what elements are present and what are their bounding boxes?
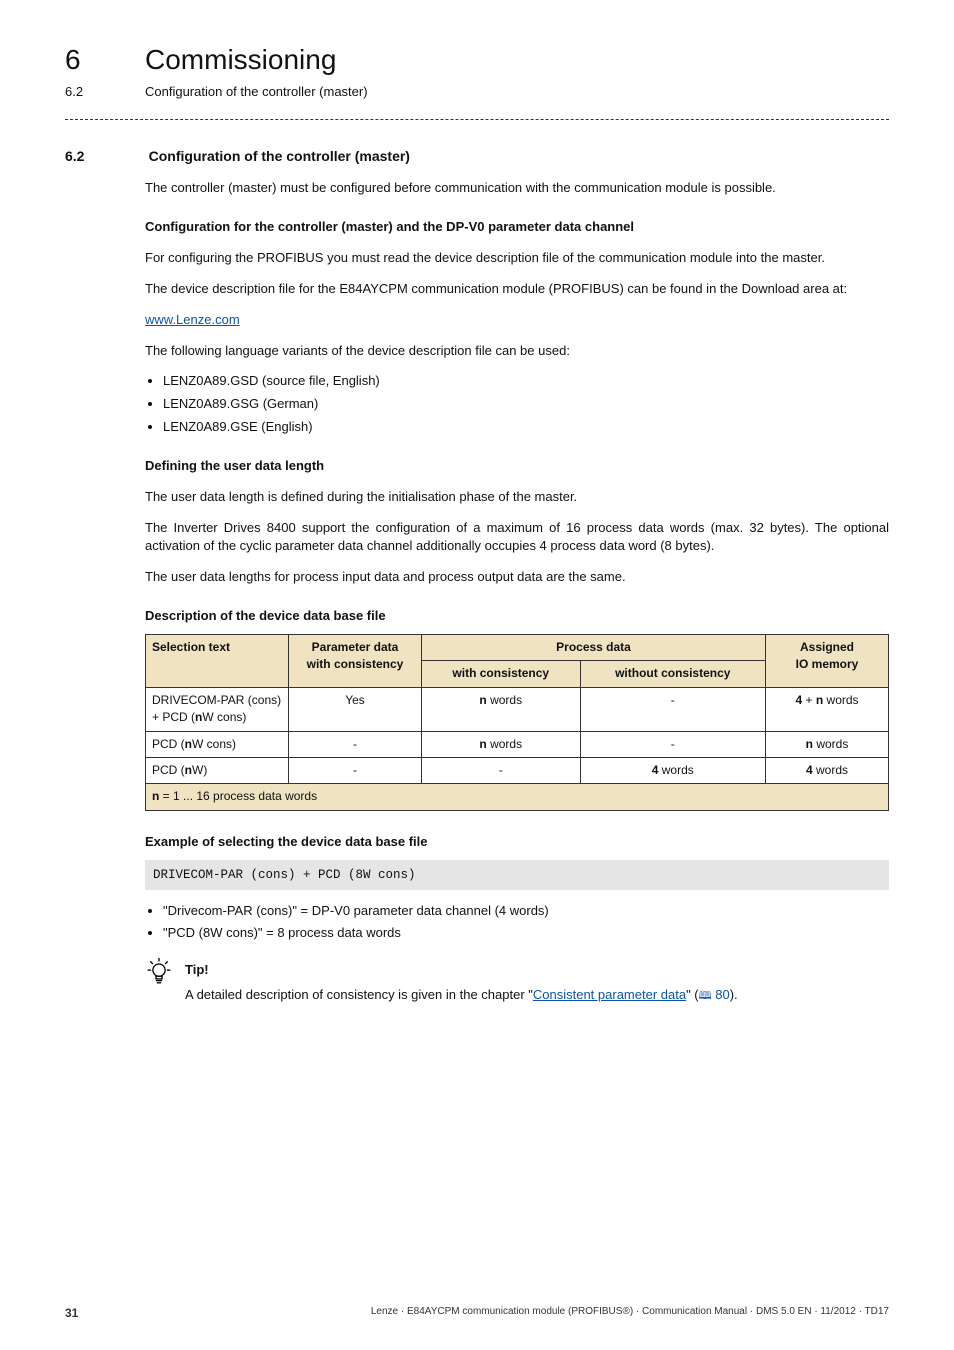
table-row: DRIVECOM-PAR (cons) + PCD (nW cons) Yes …	[146, 687, 889, 731]
section-title: Configuration of the controller (master)	[149, 146, 410, 166]
th-param: Parameter data with consistency	[289, 634, 422, 687]
list-item: "Drivecom-PAR (cons)" = DP-V0 parameter …	[163, 902, 889, 921]
cell-sel: PCD (nW cons)	[146, 731, 289, 757]
subheading-devicefile: Description of the device data base file	[145, 607, 889, 626]
chapter-title: Commissioning	[145, 44, 336, 75]
th-io: Assigned IO memory	[766, 634, 889, 687]
cell-without: 4 words	[580, 757, 765, 783]
tip-body: A detailed description of consistency is…	[185, 986, 889, 1005]
th-without-cons: without consistency	[580, 661, 765, 687]
subheading-userdata: Defining the user data length	[145, 457, 889, 476]
cell-n-def: n = 1 ... 16 process data words	[146, 784, 889, 810]
chapter-number: 6	[65, 40, 145, 81]
paragraph: The device description file for the E84A…	[145, 280, 889, 299]
paragraph: The user data lengths for process input …	[145, 568, 889, 587]
section-heading-small: 6.2Configuration of the controller (mast…	[65, 83, 889, 102]
book-icon: 🕮	[699, 990, 712, 1002]
cell-param: -	[289, 757, 422, 783]
cell-with: n words	[422, 687, 581, 731]
code-block: DRIVECOM-PAR (cons) + PCD (8W cons)	[145, 860, 889, 890]
device-data-table: Selection text Parameter data with consi…	[145, 634, 889, 811]
th-io-l1: Assigned	[800, 640, 854, 654]
paragraph: The following language variants of the d…	[145, 342, 889, 361]
section-number-small: 6.2	[65, 83, 145, 102]
list-item: LENZ0A89.GSE (English)	[163, 418, 889, 437]
cell-io: 4 + n words	[766, 687, 889, 731]
section-heading: 6.2 Configuration of the controller (mas…	[65, 146, 889, 167]
tip-text-pre: A detailed description of consistency is…	[185, 987, 533, 1002]
table-foot-row: n = 1 ... 16 process data words	[146, 784, 889, 810]
paragraph: The user data length is defined during t…	[145, 488, 889, 507]
tip-link[interactable]: Consistent parameter data	[533, 987, 686, 1002]
cell-io: 4 words	[766, 757, 889, 783]
cell-param: Yes	[289, 687, 422, 731]
body-column: The controller (master) must be configur…	[145, 179, 889, 1005]
th-with-cons: with consistency	[422, 661, 581, 687]
cell-without: -	[580, 687, 765, 731]
th-param-l2: with consistency	[307, 657, 404, 671]
page-header: 6Commissioning 6.2Configuration of the c…	[65, 40, 889, 101]
lightbulb-icon	[145, 957, 173, 985]
cell-io: n words	[766, 731, 889, 757]
tip-box: Tip! A detailed description of consisten…	[145, 957, 889, 1005]
cell-sel: DRIVECOM-PAR (cons) + PCD (nW cons)	[146, 687, 289, 731]
cell-param: -	[289, 731, 422, 757]
page-footer: 31 Lenze · E84AYCPM communication module…	[65, 1305, 889, 1323]
separator	[65, 119, 889, 120]
th-process: Process data	[422, 634, 766, 660]
cell-without: -	[580, 731, 765, 757]
tip-close: ).	[730, 987, 738, 1002]
paragraph: For configuring the PROFIBUS you must re…	[145, 249, 889, 268]
page-ref[interactable]: 🕮 80	[699, 987, 730, 1002]
paragraph: The Inverter Drives 8400 support the con…	[145, 519, 889, 557]
th-io-l2: IO memory	[796, 657, 859, 671]
file-list: LENZ0A89.GSD (source file, English) LENZ…	[145, 372, 889, 437]
table-row: PCD (nW cons) - n words - n words	[146, 731, 889, 757]
list-item: "PCD (8W cons)" = 8 process data words	[163, 924, 889, 943]
link-paragraph: www.Lenze.com	[145, 311, 889, 330]
doc-info: Lenze · E84AYCPM communication module (P…	[371, 1305, 889, 1320]
download-link[interactable]: www.Lenze.com	[145, 312, 240, 327]
intro-paragraph: The controller (master) must be configur…	[145, 179, 889, 198]
section-number: 6.2	[65, 146, 145, 166]
subheading-example: Example of selecting the device data bas…	[145, 833, 889, 852]
chapter-heading: 6Commissioning	[65, 40, 889, 81]
cell-with: n words	[422, 731, 581, 757]
th-param-l1: Parameter data	[312, 640, 399, 654]
list-item: LENZ0A89.GSD (source file, English)	[163, 372, 889, 391]
page-ref-num: 80	[715, 987, 729, 1002]
tip-text-post: " (	[686, 987, 699, 1002]
subheading-config: Configuration for the controller (master…	[145, 218, 889, 237]
cell-with: -	[422, 757, 581, 783]
th-selection: Selection text	[146, 634, 289, 687]
page-number: 31	[65, 1306, 78, 1320]
tip-title: Tip!	[185, 961, 209, 980]
section-title-small: Configuration of the controller (master)	[145, 84, 368, 99]
table-row: PCD (nW) - - 4 words 4 words	[146, 757, 889, 783]
cell-sel: PCD (nW)	[146, 757, 289, 783]
list-item: LENZ0A89.GSG (German)	[163, 395, 889, 414]
example-list: "Drivecom-PAR (cons)" = DP-V0 parameter …	[145, 902, 889, 944]
